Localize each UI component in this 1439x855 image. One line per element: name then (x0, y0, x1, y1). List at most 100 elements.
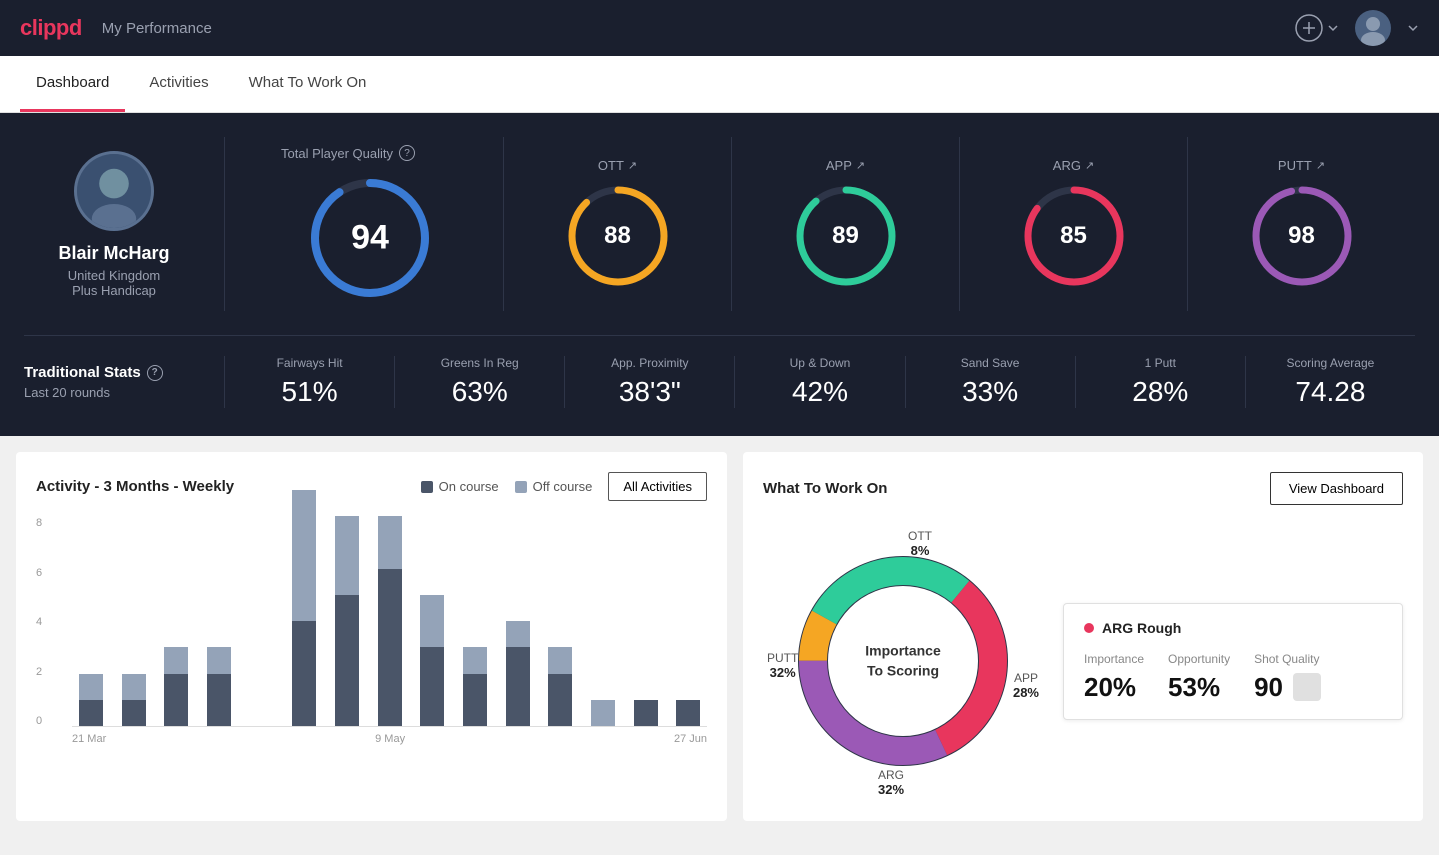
scores-row: Total Player Quality ? 94 OTT (224, 137, 1415, 311)
avatar-chevron-icon (1407, 22, 1419, 34)
donut-label-putt: PUTT 32% (767, 651, 798, 680)
off-course-bar (378, 516, 402, 569)
on-course-bar (335, 595, 359, 726)
bar-group-2 (157, 647, 195, 726)
tab-dashboard[interactable]: Dashboard (20, 56, 125, 112)
bar-group-12 (584, 700, 622, 726)
bar-group-3 (200, 647, 238, 726)
header-right (1295, 10, 1419, 46)
logo: clippd My Performance (20, 15, 212, 41)
off-course-dot (515, 481, 527, 493)
stat-fairways-hit: Fairways Hit 51% (225, 356, 395, 408)
ott-gauge: 88 (563, 181, 673, 291)
on-course-bar (634, 700, 658, 726)
putt-value: 98 (1288, 222, 1315, 250)
x-axis-labels: 21 Mar 9 May 27 Jun (72, 727, 707, 745)
donut-center-text: ImportanceTo Scoring (865, 641, 940, 680)
y-axis-labels: 8 6 4 2 0 (36, 517, 48, 727)
bar-group-9 (456, 647, 494, 726)
nav-tabs: Dashboard Activities What To Work On (0, 56, 1439, 113)
off-course-bar (79, 674, 103, 700)
hero-section: Blair McHarg United Kingdom Plus Handica… (0, 113, 1439, 436)
activity-chart-card: Activity - 3 Months - Weekly On course O… (16, 452, 727, 821)
shot-quality-badge (1293, 673, 1321, 701)
putt-label: PUTT ↗ (1278, 158, 1325, 173)
ott-label: OTT ↗ (598, 158, 637, 173)
what-to-work-on-card: What To Work On View Dashboard (743, 452, 1423, 821)
bar-group-11 (541, 647, 579, 726)
legend-on-course: On course (421, 479, 499, 494)
avatar[interactable] (1355, 10, 1391, 46)
off-course-bar (463, 647, 487, 673)
putt-col: PUTT ↗ 98 (1188, 137, 1415, 311)
off-course-bar (335, 516, 359, 595)
add-button[interactable] (1295, 14, 1339, 42)
bar-group-13 (627, 700, 665, 726)
ott-value: 88 (604, 222, 631, 250)
arg-rough-card: ARG Rough Importance 20% Opportunity 53%… (1063, 603, 1403, 720)
stat-up-down: Up & Down 42% (735, 356, 905, 408)
bar-group-10 (499, 621, 537, 726)
arg-value: 85 (1060, 222, 1087, 250)
on-course-bar (122, 700, 146, 726)
bar-group-7 (371, 516, 409, 726)
arg-col: ARG ↗ 85 (960, 137, 1188, 311)
on-course-bar (676, 700, 700, 726)
chart-body: 8 6 4 2 0 21 Mar 9 May 27 Jun (36, 517, 707, 757)
view-dashboard-button[interactable]: View Dashboard (1270, 472, 1403, 505)
off-course-bar (548, 647, 572, 673)
trad-label: Traditional Stats ? (24, 364, 224, 381)
off-course-bar (207, 647, 231, 673)
player-avatar (74, 151, 154, 231)
bar-group-5 (285, 490, 323, 726)
arg-gauge: 85 (1019, 181, 1129, 291)
bar-group-0 (72, 674, 110, 727)
bar-group-1 (115, 674, 153, 727)
arg-rough-stats: Importance 20% Opportunity 53% Shot Qual… (1084, 652, 1382, 703)
on-course-bar (420, 647, 444, 726)
tab-what-to-work-on[interactable]: What To Work On (233, 56, 383, 112)
bottom-section: Activity - 3 Months - Weekly On course O… (0, 436, 1439, 837)
stat-greens-in-reg: Greens In Reg 63% (395, 356, 565, 408)
arg-stat-importance: Importance 20% (1084, 652, 1144, 703)
wtwo-header: What To Work On View Dashboard (763, 472, 1403, 505)
wtwo-title: What To Work On (763, 480, 887, 497)
stat-sand-save: Sand Save 33% (906, 356, 1076, 408)
off-course-bar (164, 647, 188, 673)
hero-top: Blair McHarg United Kingdom Plus Handica… (24, 137, 1415, 311)
trad-info-icon[interactable]: ? (147, 365, 163, 381)
bar-group-14 (669, 700, 707, 726)
bar-group-8 (413, 595, 451, 726)
ott-col: OTT ↗ 88 (504, 137, 732, 311)
donut-label-app: APP 28% (1013, 671, 1039, 700)
off-course-bar (292, 490, 316, 621)
on-course-bar (79, 700, 103, 726)
player-handicap: Plus Handicap (72, 283, 156, 298)
stat-scoring-avg: Scoring Average 74.28 (1246, 356, 1415, 408)
trad-stats-row: Fairways Hit 51% Greens In Reg 63% App. … (224, 356, 1415, 408)
arg-label: ARG ↗ (1053, 158, 1094, 173)
tab-activities[interactable]: Activities (133, 56, 224, 112)
chart-header: Activity - 3 Months - Weekly On course O… (36, 472, 707, 501)
logo-text: clippd (20, 15, 82, 41)
stat-one-putt: 1 Putt 28% (1076, 356, 1246, 408)
stat-app-proximity: App. Proximity 38'3" (565, 356, 735, 408)
trad-label-col: Traditional Stats ? Last 20 rounds (24, 364, 224, 400)
off-course-bar (122, 674, 146, 700)
arg-stat-opportunity: Opportunity 53% (1168, 652, 1230, 703)
player-info: Blair McHarg United Kingdom Plus Handica… (24, 151, 224, 298)
app-value: 89 (832, 222, 859, 250)
total-quality-label: Total Player Quality ? (253, 145, 415, 161)
total-quality-value: 94 (351, 219, 389, 258)
bar-group-6 (328, 516, 366, 726)
on-course-bar (292, 621, 316, 726)
chart-title: Activity - 3 Months - Weekly (36, 478, 234, 495)
app-header: clippd My Performance (0, 0, 1439, 56)
total-quality-info-icon[interactable]: ? (399, 145, 415, 161)
on-course-dot (421, 481, 433, 493)
all-activities-button[interactable]: All Activities (608, 472, 707, 501)
arg-stat-shot-quality: Shot Quality 90 (1254, 652, 1321, 703)
on-course-bar (548, 674, 572, 727)
chevron-down-icon (1327, 22, 1339, 34)
on-course-bar (378, 569, 402, 727)
